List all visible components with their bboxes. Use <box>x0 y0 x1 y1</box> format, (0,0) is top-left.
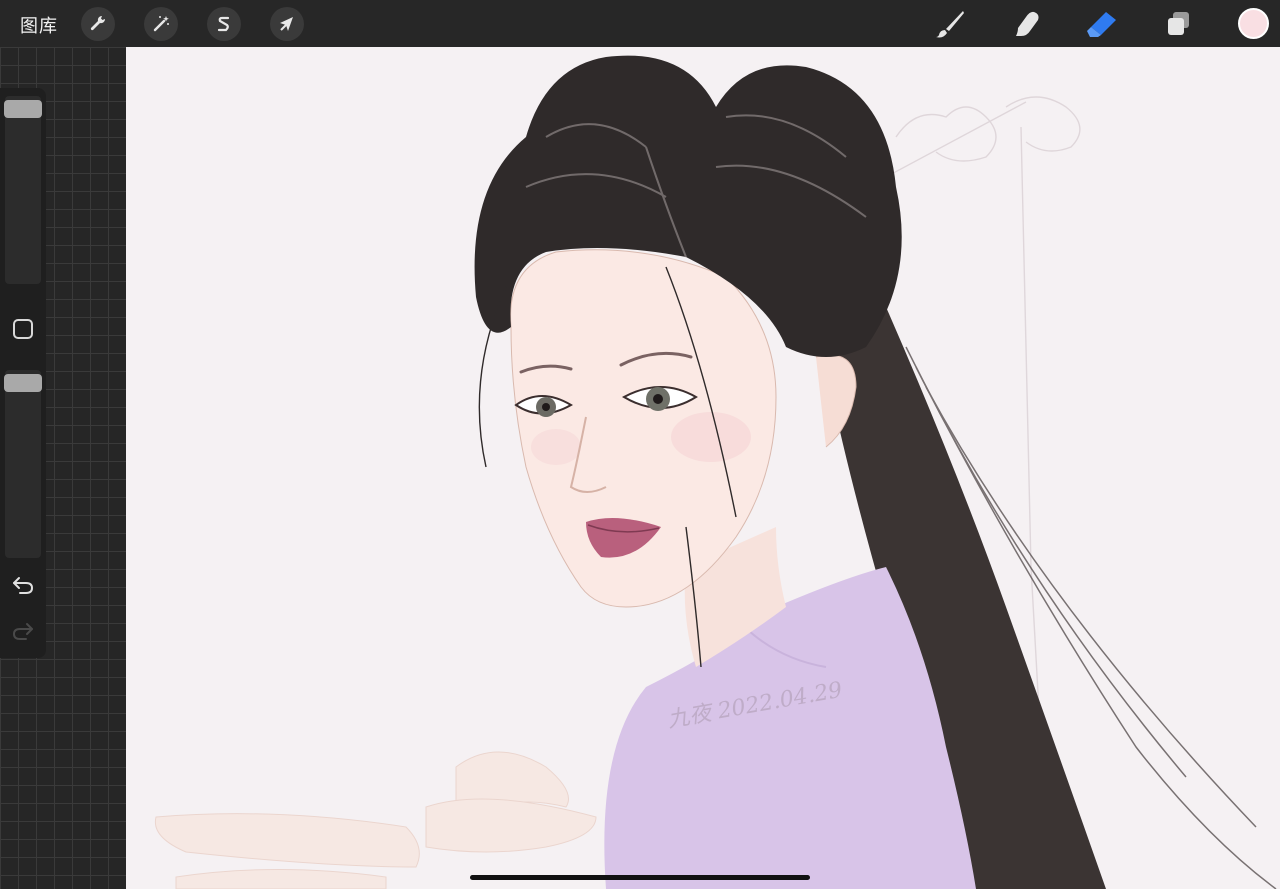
gallery-button[interactable]: 图库 <box>20 12 58 38</box>
brush-icon <box>936 11 964 38</box>
drawing-canvas[interactable]: 九夜 2022.04.29 <box>126 47 1280 889</box>
magic-wand-icon <box>153 16 169 32</box>
adjustments-button[interactable] <box>144 7 178 41</box>
eraser-button[interactable] <box>1084 7 1120 41</box>
actions-button[interactable] <box>81 7 115 41</box>
opacity-slider[interactable] <box>5 370 41 558</box>
color-swatch[interactable] <box>1238 8 1269 39</box>
redo-icon[interactable] <box>11 620 35 642</box>
opacity-thumb[interactable] <box>4 374 42 392</box>
smudge-button[interactable] <box>1009 7 1045 41</box>
left-sidebar <box>0 88 46 658</box>
wrench-icon <box>90 15 106 31</box>
selection-button[interactable] <box>207 7 241 41</box>
brush-button[interactable] <box>932 7 968 41</box>
modifier-button[interactable] <box>13 319 33 339</box>
arrow-cursor-icon <box>280 17 293 31</box>
selection-s-icon <box>217 16 230 32</box>
top-toolbar: 图库 <box>0 0 1280 47</box>
eraser-icon <box>1087 12 1116 37</box>
transform-button[interactable] <box>270 7 304 41</box>
brush-size-slider[interactable] <box>5 96 41 284</box>
artwork-illustration <box>154 55 1277 889</box>
undo-icon[interactable] <box>11 574 35 596</box>
home-indicator[interactable] <box>470 875 810 880</box>
layers-icon <box>1168 12 1189 35</box>
layers-button[interactable] <box>1160 7 1196 41</box>
smudge-finger-icon <box>1016 11 1039 36</box>
brush-size-thumb[interactable] <box>4 100 42 118</box>
